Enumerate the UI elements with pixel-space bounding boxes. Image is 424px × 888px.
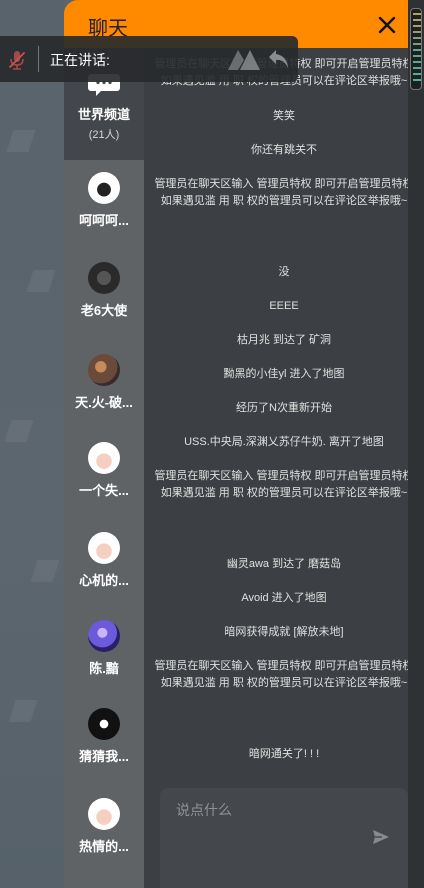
user-list-item[interactable]: 心机的... [64, 532, 144, 616]
chat-message: EEEE [269, 300, 299, 312]
user-name: 猜猜我... [79, 749, 129, 764]
avatar[interactable] [88, 442, 120, 474]
user-list-item[interactable]: 老6大使 [64, 262, 144, 346]
chat-message-area[interactable]: 管理员在聊天区输入 管理员特权 即可开启管理员特权 如果遇见滥 用 职 权的管理… [144, 48, 414, 888]
avatar[interactable] [88, 798, 120, 830]
chat-panel: 聊天 世界频道 (21人) 呵呵呵... 老6大使 天.火-破... 一个失... 心机… [64, 0, 414, 888]
avatar[interactable] [88, 532, 120, 564]
user-name: 心机的... [79, 573, 129, 588]
voice-toolbar: 正在讲话: [0, 36, 298, 82]
chat-message: 黝黑的小佳yl 进入了地图 [223, 368, 345, 380]
avatar[interactable] [88, 262, 120, 294]
close-icon [378, 16, 396, 34]
chat-message: 经历了N次重新开始 [236, 402, 332, 414]
chat-message: 暗网获得成就 [解放未地] [224, 626, 344, 638]
user-list-item[interactable]: 呵呵呵... [64, 172, 144, 256]
user-list-item[interactable]: 猜猜我... [64, 708, 144, 792]
avatar[interactable] [88, 172, 120, 204]
user-name: 热情的... [79, 839, 129, 854]
chat-message: 管理员在聊天区输入 管理员特权 即可开启管理员特权 如果遇见滥 用 职 权的管理… [154, 660, 414, 689]
chat-message: 幽灵awa 到达了 磨菇岛 [226, 558, 342, 570]
user-name: 陈.黯 [89, 661, 119, 676]
chat-message: 暗网通关了! ! ! [248, 748, 320, 760]
undo-icon[interactable] [266, 46, 292, 72]
chat-message: 管理员在聊天区输入 管理员特权 即可开启管理员特权 如果遇见滥 用 职 权的管理… [154, 178, 414, 207]
speaking-label: 正在讲话: [50, 52, 110, 68]
chat-input[interactable]: 说点什么 [160, 788, 408, 888]
volume-meter [410, 8, 422, 90]
avatar[interactable] [88, 354, 120, 386]
user-list-item[interactable]: 一个失... [64, 442, 144, 526]
side-strip [408, 0, 424, 888]
chat-message: 管理员在聊天区输入 管理员特权 即可开启管理员特权 如果遇见滥 用 职 权的管理… [154, 470, 414, 499]
chat-message: 笑笑 [273, 110, 295, 122]
chat-message: 没 [278, 266, 290, 278]
chat-message: USS.中央局.深渊乂苏仔牛奶. 离开了地图 [184, 436, 384, 448]
send-icon[interactable] [372, 828, 390, 846]
chat-message: 你还有跳关不 [251, 144, 317, 156]
avatar[interactable] [88, 620, 120, 652]
user-list-item[interactable]: 陈.黯 [64, 620, 144, 704]
avatar[interactable] [88, 708, 120, 740]
chat-message: 枯月兆 到达了 矿洞 [236, 334, 332, 346]
user-name: 一个失... [79, 483, 129, 498]
voice-divider [38, 46, 39, 72]
user-list-item[interactable]: 天.火-破... [64, 354, 144, 438]
user-name: 老6大使 [80, 303, 128, 318]
world-channel-count: (21人) [88, 129, 120, 141]
game-background [0, 0, 64, 888]
user-name: 呵呵呵... [79, 213, 129, 228]
member-sidebar: 世界频道 (21人) 呵呵呵... 老6大使天.火-破... 一个失... 心机的..… [64, 48, 144, 888]
chat-input-placeholder: 说点什么 [176, 802, 232, 818]
voice-logo-icon [228, 50, 260, 70]
user-name: 天.火-破... [75, 395, 133, 410]
world-channel-label: 世界频道 [77, 107, 130, 122]
close-button[interactable] [374, 10, 400, 40]
mic-muted-icon[interactable] [8, 50, 26, 70]
user-list-item[interactable]: 热情的... [64, 798, 144, 882]
chat-message: Avoid 进入了地图 [241, 592, 327, 604]
